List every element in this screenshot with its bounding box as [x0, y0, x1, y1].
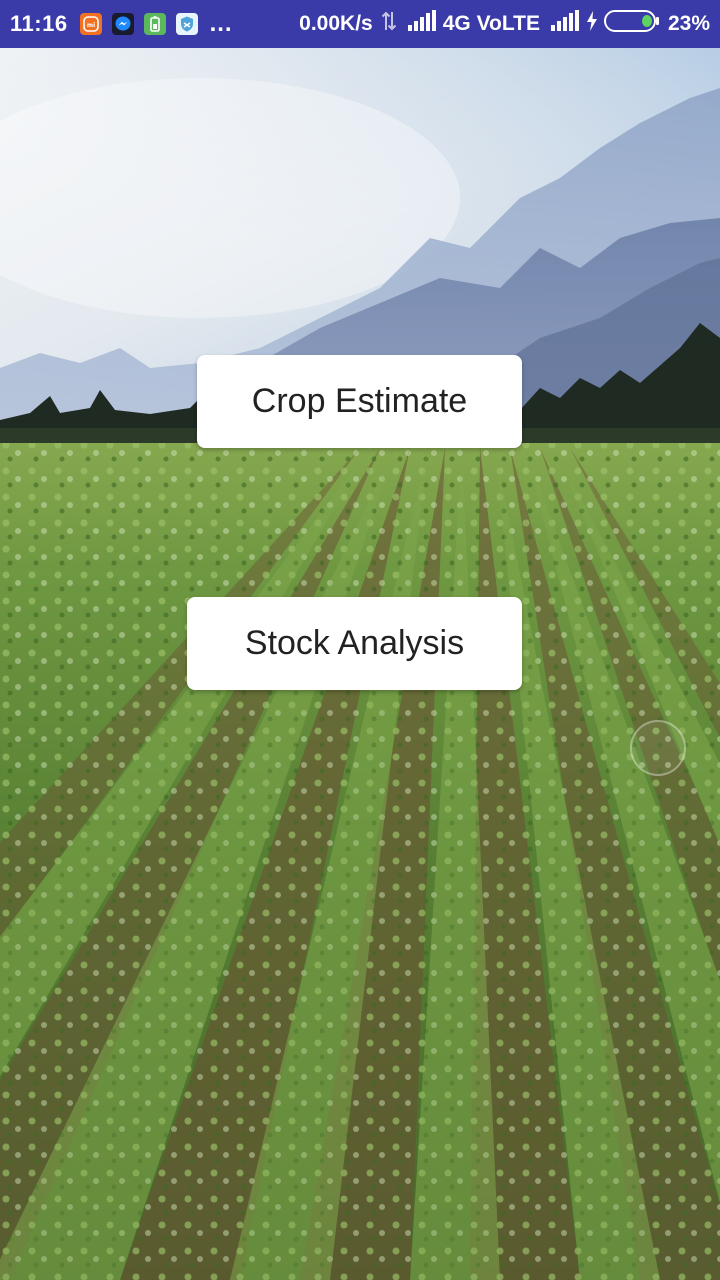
messenger-icon [111, 13, 134, 35]
battery-saver-icon [143, 13, 166, 35]
status-right: 0.00K/s 4G VoLTE 23% [299, 9, 710, 39]
status-left: 11:16 mi ... [10, 10, 233, 38]
more-notifications: ... [209, 10, 233, 37]
svg-text:mi: mi [86, 22, 94, 29]
battery-percent: 23% [667, 12, 710, 35]
stock-analysis-button[interactable]: Stock Analysis [187, 597, 522, 690]
status-bar: 11:16 mi ... 0.00K/s 4G VoLTE 23% [0, 0, 720, 48]
battery-icon [603, 9, 660, 39]
signal-icon [407, 10, 437, 38]
mi-icon: mi [79, 13, 102, 35]
app-screen: 11:16 mi ... 0.00K/s 4G VoLTE 23% Crop E… [0, 0, 720, 1280]
clock: 11:16 [10, 11, 68, 36]
network-type: 4G VoLTE [442, 12, 540, 35]
net-speed: 0.00K/s [299, 12, 373, 35]
shield-app-icon [175, 13, 198, 35]
charging-bolt-icon [586, 10, 598, 38]
crop-estimate-button[interactable]: Crop Estimate [197, 355, 522, 448]
signal-icon-2 [550, 10, 580, 38]
data-arrows-icon [381, 10, 397, 38]
touch-indicator [630, 720, 686, 776]
